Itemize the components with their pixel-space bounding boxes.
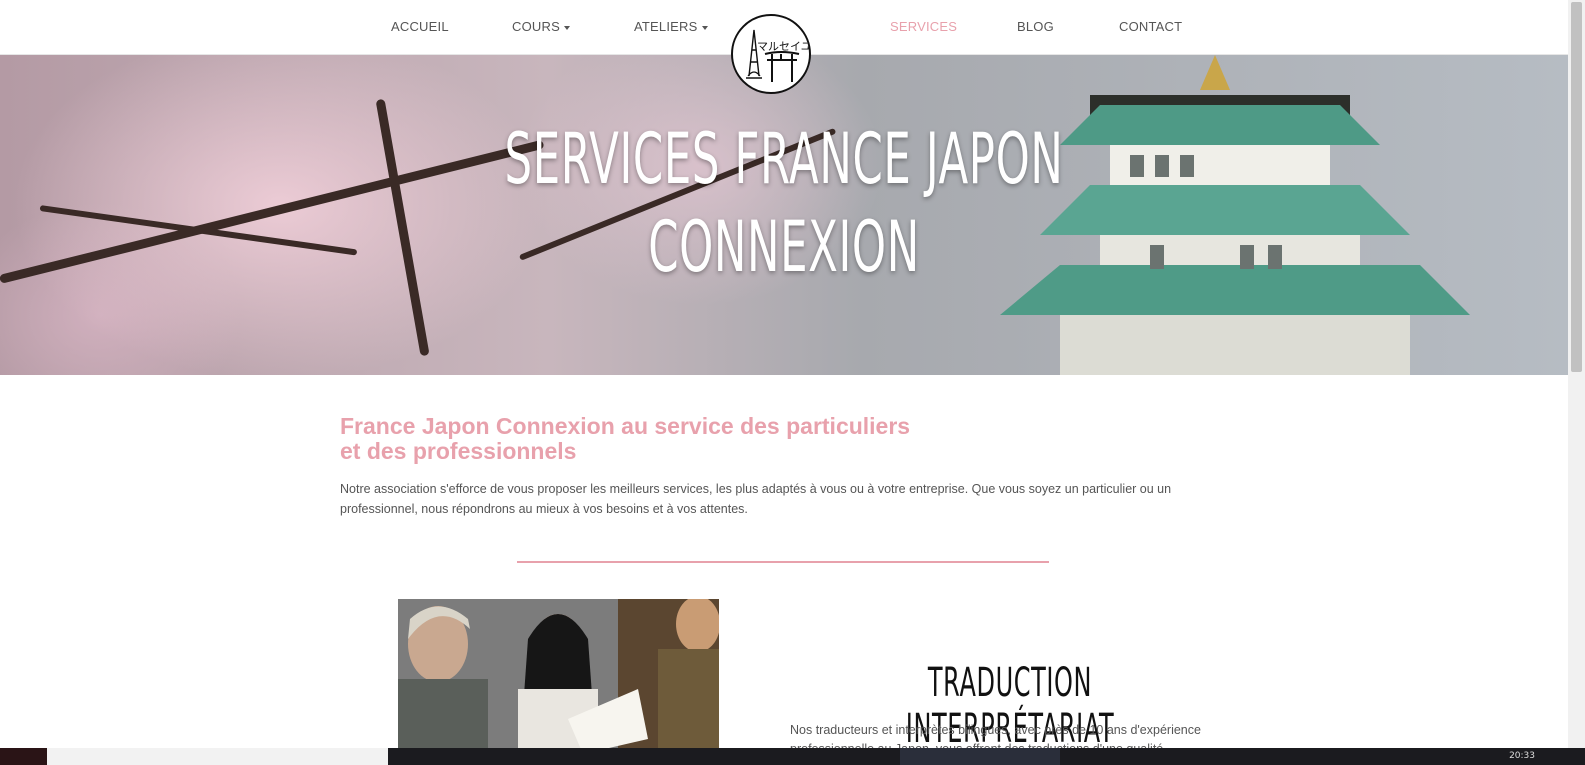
logo-text: マルセイユ bbox=[757, 40, 811, 53]
os-taskbar: 20:33 bbox=[0, 748, 1585, 765]
intro-heading-line2: et des professionnels bbox=[340, 438, 577, 464]
hero-title-line2: CONNEXION bbox=[648, 206, 920, 288]
torii-gate-icon bbox=[764, 51, 800, 82]
nav-blog[interactable]: BLOG bbox=[1017, 19, 1054, 34]
nav-cours[interactable]: COURS bbox=[512, 19, 570, 34]
intro-heading-line1: France Japon Connexion au service des pa… bbox=[340, 413, 911, 439]
nav-contact[interactable]: CONTACT bbox=[1119, 19, 1182, 34]
nav-contact-label: CONTACT bbox=[1119, 19, 1183, 34]
nav-services[interactable]: SERVICES bbox=[890, 19, 957, 34]
hero-banner: SERVICES FRANCE JAPON CONNEXION bbox=[0, 55, 1568, 375]
taskbar-start[interactable] bbox=[0, 748, 47, 765]
nav-ateliers-label: ATELIERS bbox=[634, 19, 698, 34]
taskbar-search[interactable] bbox=[47, 748, 388, 765]
meeting-people-image bbox=[398, 599, 719, 754]
taskbar-clock: 20:33 bbox=[1509, 751, 1535, 761]
service-photo bbox=[398, 599, 719, 754]
nav-accueil[interactable]: ACCUEIL bbox=[391, 19, 449, 34]
hero-title-line1: SERVICES FRANCE JAPON bbox=[504, 118, 1064, 200]
scrollbar-thumb[interactable] bbox=[1571, 2, 1582, 372]
chevron-down-icon bbox=[701, 25, 708, 30]
hero-title: SERVICES FRANCE JAPON CONNEXION bbox=[298, 115, 1270, 291]
taskbar-app[interactable] bbox=[900, 748, 1060, 765]
nav-cours-label: COURS bbox=[512, 19, 560, 34]
chevron-down-icon bbox=[563, 25, 570, 30]
nav-accueil-label: ACCUEIL bbox=[391, 19, 449, 34]
nav-ateliers[interactable]: ATELIERS bbox=[634, 19, 708, 34]
intro-paragraph: Notre association s'efforce de vous prop… bbox=[340, 482, 1172, 516]
site-logo[interactable]: マルセイユ bbox=[731, 14, 811, 94]
nav-services-label: SERVICES bbox=[890, 19, 958, 34]
section-divider bbox=[517, 561, 1049, 563]
intro-heading: France Japon Connexion au service des pa… bbox=[340, 414, 920, 464]
nav-blog-label: BLOG bbox=[1017, 19, 1054, 34]
